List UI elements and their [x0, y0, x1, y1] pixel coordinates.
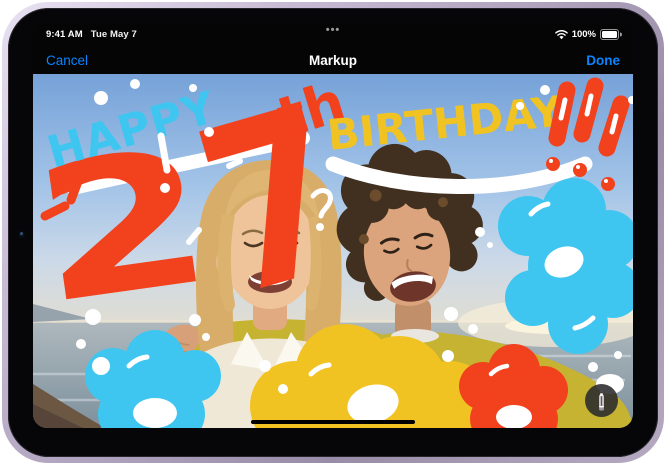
- status-bar: 9:41 AM Tue May 7 ••• 100%: [33, 23, 633, 47]
- page-title: Markup: [33, 53, 633, 68]
- device-bezel: 9:41 AM Tue May 7 ••• 100%: [8, 8, 658, 457]
- front-camera: [17, 230, 26, 239]
- pencil-tool-button[interactable]: [585, 384, 618, 417]
- done-button[interactable]: Done: [586, 53, 620, 68]
- markup-canvas[interactable]: 2 7 HAPPY th BIRTHDAY: [33, 74, 633, 428]
- markup-nav-bar: Cancel Markup Done: [33, 47, 633, 74]
- wifi-icon: [555, 30, 568, 40]
- screenshot-stage: 9:41 AM Tue May 7 ••• 100%: [0, 0, 666, 465]
- battery-icon: [600, 29, 622, 40]
- photo-with-drawings: 2 7 HAPPY th BIRTHDAY: [33, 74, 633, 428]
- ipad-device: 9:41 AM Tue May 7 ••• 100%: [2, 2, 664, 463]
- multitask-dots-indicator[interactable]: •••: [33, 24, 633, 36]
- battery-percent: 100%: [572, 29, 596, 40]
- status-right-cluster: 100%: [555, 29, 622, 40]
- home-indicator[interactable]: [251, 420, 415, 425]
- screen: 9:41 AM Tue May 7 ••• 100%: [33, 23, 633, 428]
- pencil-icon: [594, 390, 609, 412]
